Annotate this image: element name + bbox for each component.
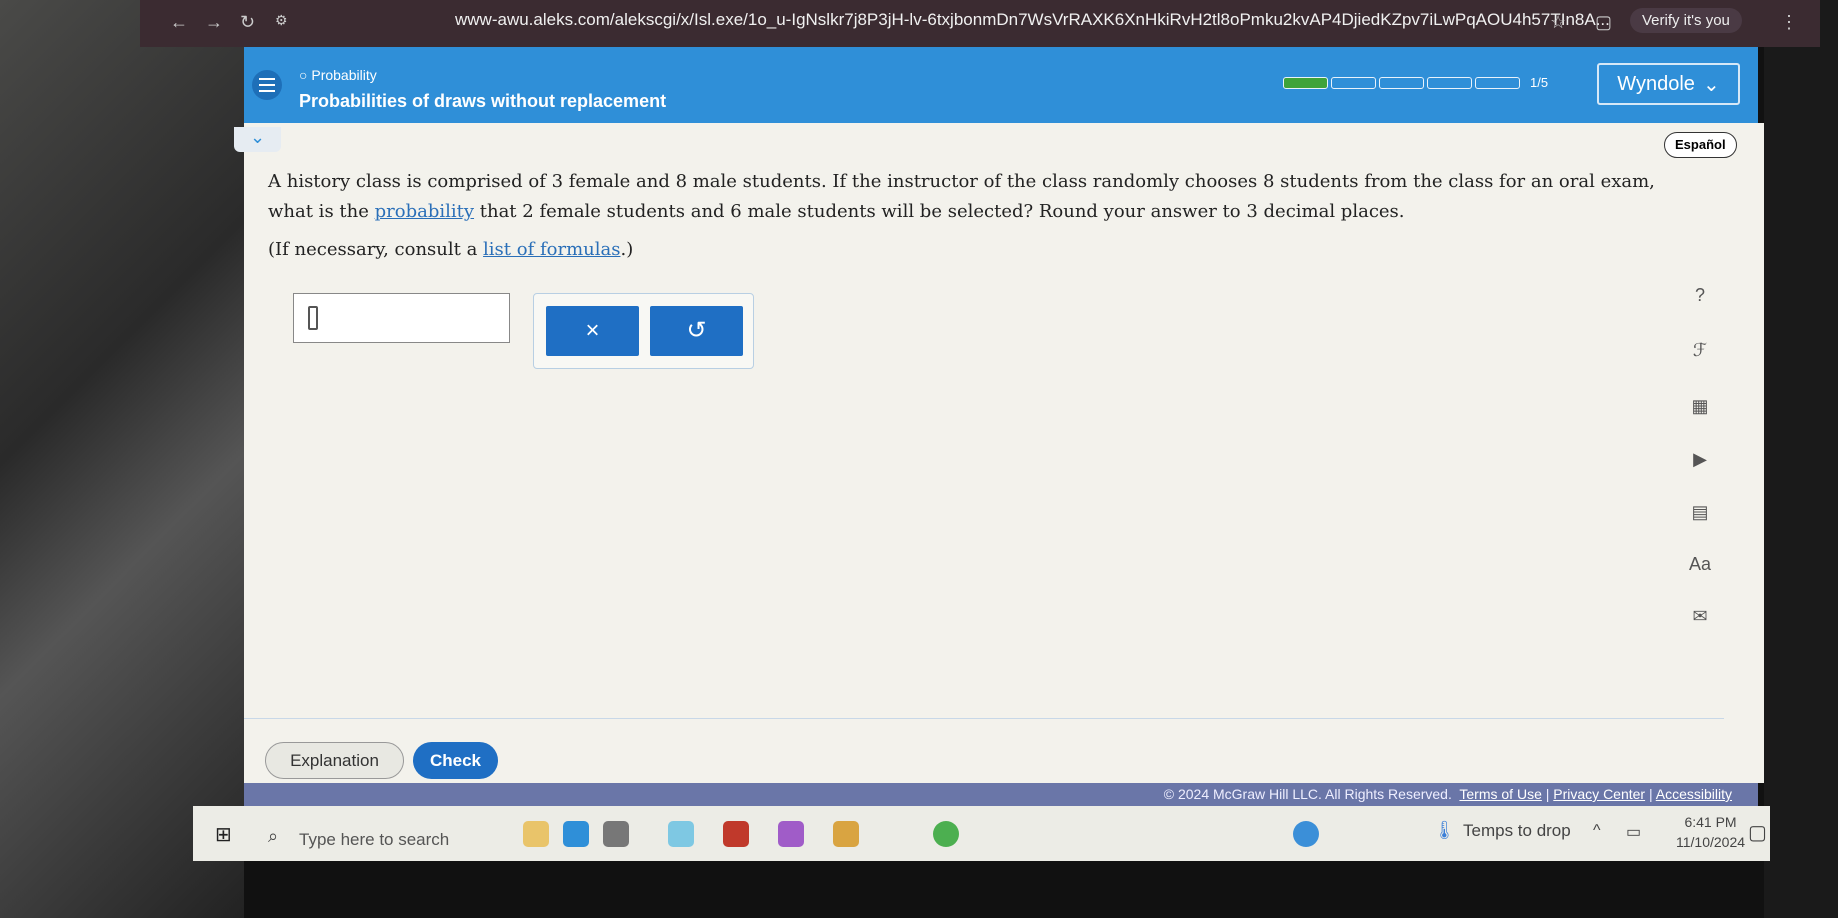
file-explorer-icon[interactable]	[833, 821, 859, 847]
ebook-icon[interactable]: ▤	[1687, 502, 1713, 528]
progress-segment	[1427, 77, 1472, 89]
progress-segment	[1379, 77, 1424, 89]
formulas-note: (If necessary, consult a list of formula…	[268, 239, 633, 260]
thermometer-icon: 🌡	[1433, 820, 1456, 840]
language-button[interactable]: Español	[1664, 132, 1737, 158]
question-part: that 2 female students and 6 male studen…	[474, 201, 1405, 222]
meet-icon[interactable]: ▭	[1626, 822, 1641, 842]
copyright: © 2024 McGraw Hill LLC. All Rights Reser…	[1163, 786, 1452, 802]
chevron-up-icon[interactable]: ^	[1593, 822, 1601, 840]
answer-input[interactable]	[293, 293, 510, 343]
dictionary-icon[interactable]: Aa	[1687, 554, 1713, 580]
search-icon: ⌕	[268, 826, 279, 846]
weather-widget[interactable]: Temps to drop	[1463, 821, 1571, 841]
formulas-prefix: (If necessary, consult a	[268, 239, 484, 260]
check-button[interactable]: Check	[413, 742, 498, 779]
netflix-icon[interactable]	[723, 821, 749, 847]
hamburger-menu-button[interactable]	[252, 70, 282, 100]
progress-segment	[1475, 77, 1520, 89]
topic-text: Probability	[311, 67, 377, 83]
time: 6:41 PM	[1684, 814, 1737, 830]
terms-link[interactable]: Terms of Use	[1459, 786, 1541, 802]
divider	[244, 718, 1724, 719]
extensions-icon[interactable]: ▢	[1595, 12, 1612, 33]
aleks-header: ○ Probability Probabilities of draws wit…	[244, 47, 1758, 123]
profile-button[interactable]: Verify it's you	[1630, 8, 1742, 33]
progress-segment	[1331, 77, 1376, 89]
app-icon[interactable]	[668, 821, 694, 847]
site-info-icon[interactable]: ⚙	[275, 12, 288, 29]
notification-icon[interactable]: ▢	[1748, 820, 1767, 845]
clear-button[interactable]: ×	[546, 306, 639, 356]
calculator-icon[interactable]: ▦	[1687, 396, 1713, 422]
address-bar[interactable]: www-awu.aleks.com/alekscgi/x/Isl.exe/1o_…	[455, 10, 1610, 30]
video-icon[interactable]: ▶	[1687, 449, 1713, 475]
desk-background	[0, 0, 244, 918]
page-title: Probabilities of draws without replaceme…	[299, 91, 667, 111]
chrome-icon[interactable]	[933, 821, 959, 847]
question-text: A history class is comprised of 3 female…	[268, 167, 1668, 227]
browser-toolbar: ← → ↻ ⚙ www-awu.aleks.com/alekscgi/x/Isl…	[140, 0, 1820, 47]
help-icon[interactable]: ?	[1687, 285, 1713, 311]
user-name: Wyndole	[1617, 72, 1695, 95]
progress-label: 1/5	[1530, 75, 1549, 90]
undo-button[interactable]: ↺	[650, 306, 743, 356]
forward-icon[interactable]: →	[205, 12, 223, 33]
formulas-suffix: .)	[620, 239, 634, 260]
app-icon[interactable]	[778, 821, 804, 847]
reload-icon[interactable]: ↻	[240, 12, 255, 33]
footer: © 2024 McGraw Hill LLC. All Rights Reser…	[244, 783, 1758, 806]
help-app-icon[interactable]	[1293, 821, 1319, 847]
progress-segment	[1283, 77, 1328, 89]
user-menu-button[interactable]: Wyndole ⌄	[1597, 63, 1740, 105]
task-view-icon[interactable]	[603, 821, 629, 847]
taskbar: ⊞ ⌕ Type here to search 🌡 Temps to drop …	[193, 806, 1770, 861]
probability-link[interactable]: probability	[375, 201, 474, 222]
explanation-button[interactable]: Explanation	[265, 742, 404, 779]
question-panel: ⌄ Español A history class is comprised o…	[234, 123, 1764, 783]
progress-bar	[1283, 77, 1520, 89]
clock[interactable]: 6:41 PM 11/10/2024	[1676, 812, 1745, 852]
formula-icon[interactable]: ℱ	[1687, 340, 1713, 366]
message-icon[interactable]: ✉	[1687, 606, 1713, 632]
back-icon[interactable]: ←	[170, 12, 188, 33]
windows-start-icon[interactable]: ⊞	[215, 822, 232, 847]
chevron-down-icon: ⌄	[1702, 73, 1720, 96]
menu-kebab-icon[interactable]: ⋮	[1780, 12, 1798, 33]
taskbar-search[interactable]: Type here to search	[299, 830, 449, 850]
app-icon[interactable]	[563, 821, 589, 847]
app-icon[interactable]	[523, 821, 549, 847]
collapse-chevron-icon[interactable]: ⌄	[234, 127, 281, 152]
answer-tools: × ↺	[533, 293, 754, 369]
bookmark-star-icon[interactable]: ☆	[1550, 12, 1566, 33]
date: 11/10/2024	[1676, 834, 1746, 850]
topic-label: ○ Probability	[299, 67, 377, 83]
privacy-link[interactable]: Privacy Center	[1553, 786, 1645, 802]
accessibility-link[interactable]: Accessibility	[1656, 786, 1732, 802]
monitor-bezel	[1764, 0, 1838, 918]
answer-cursor	[308, 306, 318, 330]
formulas-link[interactable]: list of formulas	[483, 239, 620, 260]
